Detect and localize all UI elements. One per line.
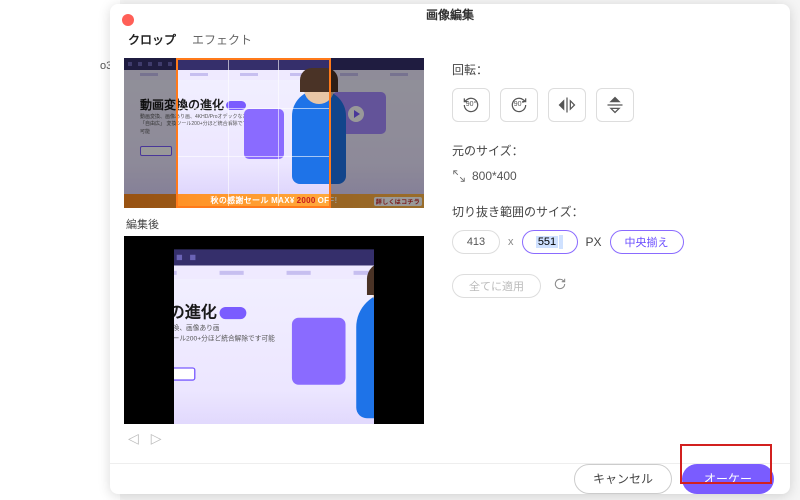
background-window: o3 (0, 0, 120, 500)
apply-row: 全てに適用 (452, 274, 776, 298)
expand-icon (452, 169, 466, 183)
x-separator: x (508, 236, 514, 248)
frame-pager: ◁ ▷ (124, 424, 434, 453)
titlebar: 画像編集 (110, 4, 790, 25)
next-frame-icon[interactable]: ▷ (151, 430, 162, 447)
rotate-label: 回転： (452, 61, 776, 78)
px-label: PX (586, 235, 602, 249)
close-icon[interactable] (122, 14, 134, 26)
center-align-button[interactable]: 中央揃え (610, 230, 684, 254)
flip-vertical-button[interactable] (596, 88, 634, 122)
crop-height-input[interactable]: 551 (522, 230, 578, 254)
ok-button[interactable]: オーケー (682, 464, 774, 494)
crop-shade-left (124, 58, 176, 208)
crop-size-section: 切り抜き範囲のサイズ： 413 x 551 PX 中央揃え (452, 203, 776, 254)
original-size-label: 元のサイズ： (452, 142, 776, 159)
after-preview: 険の進化 動画変換、画像あり画変換ツール200+分ほど統合解除です可能 秋の感謝… (124, 236, 424, 424)
reset-button[interactable] (553, 277, 567, 294)
original-size-section: 元のサイズ： 800*400 (452, 142, 776, 183)
rotate-ccw-button[interactable]: 90° (452, 88, 490, 122)
prev-frame-icon[interactable]: ◁ (128, 430, 139, 447)
original-size-value: 800*400 (472, 169, 517, 183)
crop-width-input[interactable]: 413 (452, 230, 500, 254)
flip-horizontal-icon (557, 95, 577, 115)
crop-source-preview[interactable]: 動画変換の進化 動画変換、画像あり画、4KHD/Proオデックなど「自由広」 変… (124, 58, 424, 208)
crop-shade-right (331, 58, 424, 208)
rotate-cw-button[interactable]: 90° (500, 88, 538, 122)
rotate-section: 回転： 90° 90° (452, 61, 776, 122)
right-column: 回転： 90° 90° (452, 25, 776, 453)
tabs: クロップ エフェクト (124, 25, 434, 58)
modal-title: 画像編集 (426, 6, 474, 23)
left-column: クロップ エフェクト 動画変換の進化 動画変換、画像あり画、4KHD/Proオデ… (124, 25, 434, 453)
cancel-button[interactable]: キャンセル (574, 464, 672, 494)
flip-vertical-icon (605, 95, 625, 115)
apply-all-button[interactable]: 全てに適用 (452, 274, 541, 298)
after-label: 編集後 (126, 216, 434, 232)
image-edit-modal: 画像編集 クロップ エフェクト 動画変換の進化 動画変換、画像あり画、4KHD/… (110, 4, 790, 494)
crop-size-label: 切り抜き範囲のサイズ： (452, 203, 776, 220)
tab-effect[interactable]: エフェクト (192, 31, 252, 48)
reset-icon (553, 277, 567, 291)
tab-crop[interactable]: クロップ (128, 31, 176, 48)
modal-footer: キャンセル オーケー (110, 463, 790, 494)
flip-horizontal-button[interactable] (548, 88, 586, 122)
